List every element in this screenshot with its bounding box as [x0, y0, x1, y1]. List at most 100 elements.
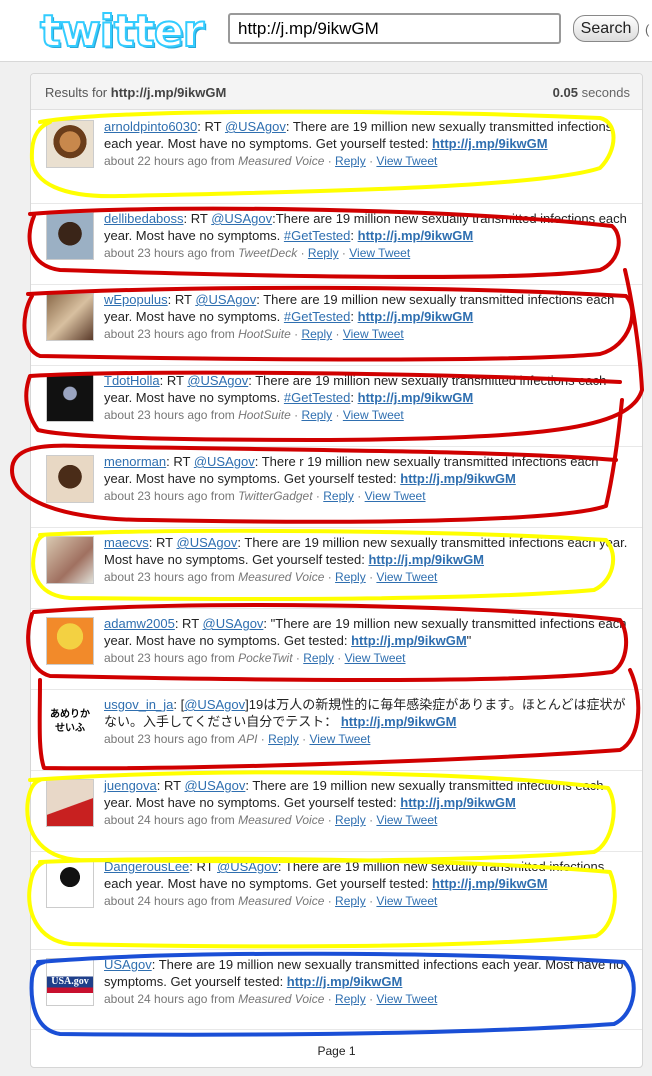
tweet-mention[interactable]: @USAgov [203, 616, 264, 631]
avatar[interactable] [46, 212, 94, 260]
tweet-link[interactable]: http://j.mp/9ikwGM [341, 714, 457, 729]
tweet-mention[interactable]: @USAgov [184, 778, 245, 793]
tweet-mention[interactable]: @USAgov [217, 859, 278, 874]
tweet-meta: about 23 hours ago from Measured Voice ·… [104, 570, 438, 584]
tweet-link[interactable]: http://j.mp/9ikwGM [358, 228, 474, 243]
reply-link[interactable]: Reply [335, 894, 366, 908]
avatar[interactable] [46, 536, 94, 584]
reply-link[interactable]: Reply [323, 489, 354, 503]
tweet-link[interactable]: http://j.mp/9ikwGM [358, 390, 474, 405]
twitter-logo[interactable]: twitter [39, 4, 205, 60]
avatar[interactable] [46, 860, 94, 908]
top-bar: twitter Search ( [0, 0, 652, 62]
tweet-link[interactable]: http://j.mp/9ikwGM [358, 309, 474, 324]
tweet-meta: about 24 hours ago from Measured Voice ·… [104, 992, 438, 1006]
tweet-username[interactable]: TdotHolla [104, 373, 160, 388]
reply-link[interactable]: Reply [335, 570, 366, 584]
view-tweet-link[interactable]: View Tweet [376, 992, 437, 1006]
tweet-time: about 23 hours ago [104, 408, 208, 422]
avatar[interactable] [46, 617, 94, 665]
view-tweet-link[interactable]: View Tweet [376, 813, 437, 827]
tweet-row: adamw2005: RT @USAgov: "There are 19 mil… [31, 609, 642, 690]
reply-link[interactable]: Reply [335, 992, 366, 1006]
reply-link[interactable]: Reply [308, 246, 339, 260]
tweet-source: TweetDeck [238, 246, 298, 260]
tweet-link[interactable]: http://j.mp/9ikwGM [400, 795, 516, 810]
tweet-mention[interactable]: @USAgov [225, 119, 286, 134]
avatar[interactable] [46, 374, 94, 422]
tweet-link[interactable]: http://j.mp/9ikwGM [351, 633, 467, 648]
tweet-username[interactable]: USAgov [104, 957, 152, 972]
tweet-username[interactable]: arnoldpinto6030 [104, 119, 197, 134]
tweet-source: API [238, 732, 258, 746]
tweet-row: USA.gov USAgov: There are 19 million new … [31, 950, 642, 1030]
avatar[interactable] [46, 779, 94, 827]
view-tweet-link[interactable]: View Tweet [309, 732, 370, 746]
tweet-meta: about 23 hours ago from TwitterGadget · … [104, 489, 426, 503]
tweet-meta: about 24 hours ago from Measured Voice ·… [104, 813, 438, 827]
avatar[interactable]: USA.gov [46, 958, 94, 1006]
tweet-username[interactable]: usgov_in_ja [104, 697, 173, 712]
avatar[interactable] [46, 120, 94, 168]
reply-link[interactable]: Reply [335, 813, 366, 827]
tweet-source: TwitterGadget [238, 489, 313, 503]
tweet-link[interactable]: http://j.mp/9ikwGM [432, 876, 548, 891]
tweet-username[interactable]: maecvs [104, 535, 149, 550]
tweet-prefix: : RT [189, 859, 217, 874]
tweet-hashtag[interactable]: #GetTested [284, 309, 351, 324]
results-time-unit: seconds [577, 85, 630, 100]
reply-link[interactable]: Reply [268, 732, 299, 746]
tweet-username[interactable]: wEpopulus [104, 292, 168, 307]
tweet-time: about 23 hours ago [104, 570, 208, 584]
tweet-mention[interactable]: @USAgov [211, 211, 272, 226]
view-tweet-link[interactable]: View Tweet [376, 894, 437, 908]
tweet-username[interactable]: DangerousLee [104, 859, 189, 874]
view-tweet-link[interactable]: View Tweet [365, 489, 426, 503]
reply-link[interactable]: Reply [301, 327, 332, 341]
tweet-mention[interactable]: @USAgov [187, 373, 248, 388]
search-input[interactable] [228, 13, 561, 44]
tweet-username[interactable]: adamw2005 [104, 616, 175, 631]
results-query: http://j.mp/9ikwGM [110, 85, 227, 100]
avatar[interactable] [46, 455, 94, 503]
tweet-row: あめりか せいふ usgov_in_ja: [@USAgov]19は万人の新規性的… [31, 690, 642, 771]
tweet-mention[interactable]: @USAgov [177, 535, 238, 550]
tweet-time: about 23 hours ago [104, 327, 208, 341]
view-tweet-link[interactable]: View Tweet [343, 408, 404, 422]
reply-link[interactable]: Reply [303, 651, 334, 665]
tweet-source: PockeTwit [238, 651, 293, 665]
tweet-username[interactable]: juengova [104, 778, 157, 793]
tweet-from: from [207, 489, 239, 503]
tweet-mention[interactable]: @USAgov [195, 292, 256, 307]
view-tweet-link[interactable]: View Tweet [376, 570, 437, 584]
view-tweet-link[interactable]: View Tweet [343, 327, 404, 341]
tweet-mention[interactable]: @USAgov [184, 697, 245, 712]
tweet-from: from [207, 408, 239, 422]
tweet-username[interactable]: menorman [104, 454, 166, 469]
tweet-prefix: : RT [197, 119, 225, 134]
clipped-link-fragment[interactable]: ( [645, 22, 649, 37]
tweet-link[interactable]: http://j.mp/9ikwGM [432, 136, 548, 151]
tweet-hashtag[interactable]: #GetTested [284, 390, 351, 405]
tweet-hashtag[interactable]: #GetTested [284, 228, 351, 243]
view-tweet-link[interactable]: View Tweet [376, 154, 437, 168]
tweet-prefix: : RT [183, 211, 212, 226]
tweet-body: usgov_in_ja: [@USAgov]19は万人の新規性的に毎年感染症があ… [104, 696, 629, 748]
search-button[interactable]: Search [573, 15, 639, 42]
tweet-link[interactable]: http://j.mp/9ikwGM [368, 552, 484, 567]
reply-link[interactable]: Reply [301, 408, 332, 422]
tweet-link[interactable]: http://j.mp/9ikwGM [287, 974, 403, 989]
view-tweet-link[interactable]: View Tweet [349, 246, 410, 260]
view-tweet-link[interactable]: View Tweet [345, 651, 406, 665]
avatar[interactable]: あめりか せいふ [46, 698, 94, 746]
tweet-prefix: : [ [173, 697, 185, 712]
tweet-username[interactable]: dellibedaboss [104, 211, 184, 226]
tweet-mention[interactable]: @USAgov [194, 454, 255, 469]
tweet-link[interactable]: http://j.mp/9ikwGM [400, 471, 516, 486]
tweet-row: menorman: RT @USAgov: There r 19 million… [31, 447, 642, 528]
tweet-time: about 23 hours ago [104, 489, 208, 503]
tweet-row: maecvs: RT @USAgov: There are 19 million… [31, 528, 642, 609]
reply-link[interactable]: Reply [335, 154, 366, 168]
tweet-body: dellibedaboss: RT @USAgov:There are 19 m… [104, 210, 629, 262]
avatar[interactable] [46, 293, 94, 341]
